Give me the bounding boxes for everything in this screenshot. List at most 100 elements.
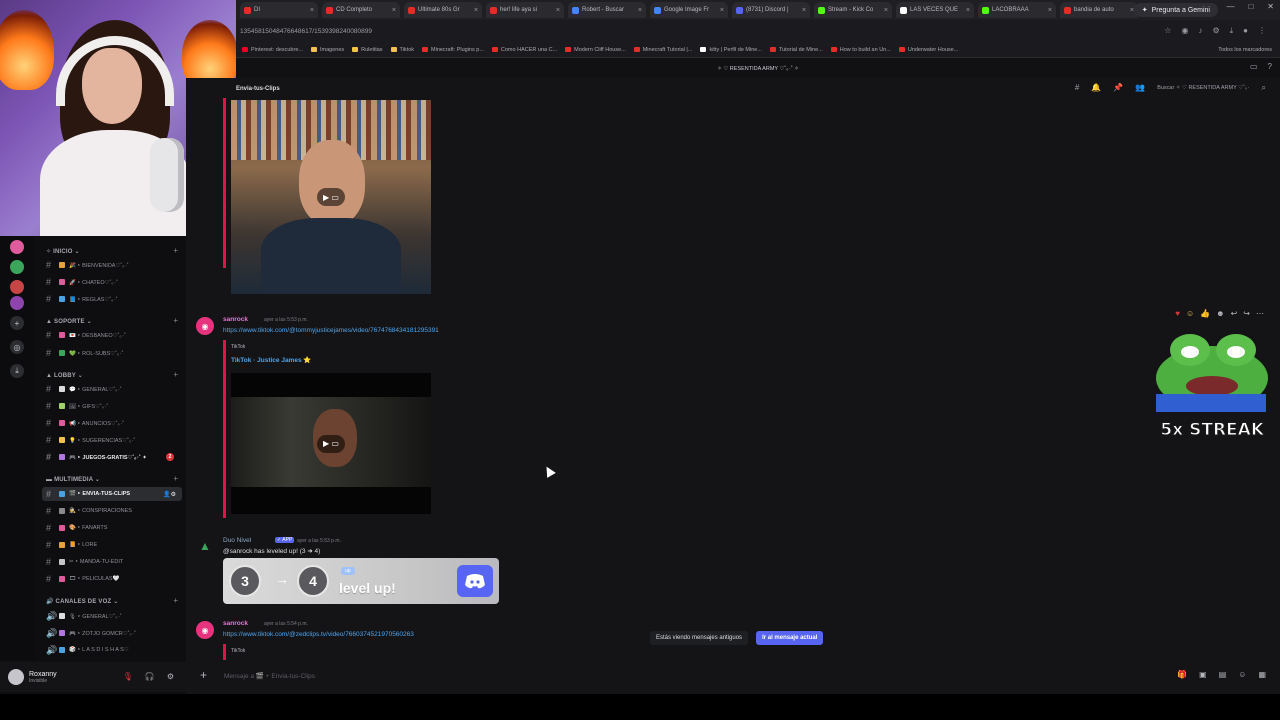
message-author[interactable]: sanrock bbox=[223, 620, 248, 627]
server-icon[interactable] bbox=[10, 240, 24, 254]
avatar[interactable] bbox=[8, 669, 24, 685]
browser-tab[interactable]: LAS VECES QUE × bbox=[896, 2, 974, 18]
bookmark-item[interactable]: Underwater House... bbox=[898, 47, 958, 53]
bell-icon[interactable]: 🔔 bbox=[1091, 83, 1101, 93]
create-channel-icon[interactable]: + bbox=[173, 474, 178, 483]
sidebar-channel-item[interactable]: # 📢 ‣ ANUNCIOS♡˚｡·˚ bbox=[42, 416, 182, 430]
heart-reaction-icon[interactable]: ♥ bbox=[1175, 309, 1180, 318]
browser-tab[interactable]: her! life aya si × bbox=[486, 2, 564, 18]
sidebar-channel-item[interactable]: # 🎞 ‣ PELICULAS🤍 bbox=[42, 572, 182, 586]
bookmark-item[interactable]: Tiktok bbox=[390, 47, 414, 53]
sidebar-channel-item[interactable]: # 🎮 ‣ JUEGOS-GRATIS♡˚｡·˚ ✦ 2 bbox=[42, 450, 182, 464]
bookmark-item[interactable]: Minecraft: Plugins p... bbox=[422, 47, 484, 53]
profile-icon[interactable]: ● bbox=[1243, 26, 1248, 36]
bookmark-item[interactable]: Como HACER una C... bbox=[491, 47, 557, 53]
server-icon[interactable] bbox=[10, 296, 24, 310]
threads-icon[interactable]: # bbox=[1075, 83, 1079, 93]
message-input[interactable]: Mensaje a 🎬 ‣ Envia-tus-Clips bbox=[224, 672, 315, 680]
sound-icon[interactable]: ♪ bbox=[1198, 26, 1202, 36]
tab-close-icon[interactable]: × bbox=[474, 7, 478, 14]
headphones-icon[interactable]: 🎧 bbox=[145, 672, 155, 681]
sidebar-channel-item[interactable]: # 🎨 ‣ FANARTS bbox=[42, 521, 182, 535]
help-icon[interactable]: ? bbox=[1268, 62, 1272, 71]
bookmark-item[interactable]: Ruletitas bbox=[352, 47, 383, 53]
sidebar-channel-item[interactable]: # 💡 ‣ SUGERENCIAS♡˚｡·˚ bbox=[42, 433, 182, 447]
download-icon[interactable]: ⤓ bbox=[1230, 26, 1234, 36]
tab-close-icon[interactable]: × bbox=[884, 7, 888, 14]
avatar[interactable]: ◉ bbox=[196, 317, 214, 335]
sidebar-channel-item[interactable]: # 💌 ‣ DESBANEO♡˚｡·˚ bbox=[42, 328, 182, 342]
bookmark-item[interactable]: Pinterest: descubre... bbox=[242, 47, 303, 53]
create-channel-icon[interactable]: + bbox=[173, 246, 178, 255]
settings-icon[interactable]: ⚙ bbox=[1212, 26, 1219, 36]
add-server-icon[interactable]: + bbox=[10, 316, 24, 330]
bookmark-item[interactable]: kitty | Perfil de Mine... bbox=[700, 47, 762, 53]
all-bookmarks-folder[interactable]: Todos los marcadores bbox=[1218, 47, 1280, 53]
search-icon[interactable]: ⌕ bbox=[1262, 83, 1266, 93]
browser-tab[interactable]: CD Completo × bbox=[322, 2, 400, 18]
create-channel-icon[interactable]: + bbox=[173, 370, 178, 379]
tab-close-icon[interactable]: × bbox=[720, 7, 724, 14]
close-icon[interactable]: ✕ bbox=[1267, 2, 1274, 11]
pin-icon[interactable]: 📌 bbox=[1113, 83, 1123, 93]
level-up-card[interactable]: 3 → 4 up level up! bbox=[223, 558, 499, 604]
create-channel-icon[interactable]: + bbox=[173, 596, 178, 605]
message-link[interactable]: https://www.tiktok.com/@tommyjusticejame… bbox=[223, 327, 439, 334]
maximize-icon[interactable]: □ bbox=[1248, 2, 1253, 11]
inbox-icon[interactable]: ▭ bbox=[1250, 62, 1258, 71]
add-reaction-icon[interactable]: ☻ bbox=[1216, 309, 1224, 318]
tab-close-icon[interactable]: × bbox=[556, 7, 560, 14]
sidebar-channel-item[interactable]: # 🎉 ‣ BIENVENIDA♡˚｡·˚ bbox=[42, 258, 182, 272]
bot-avatar[interactable]: ▲ bbox=[196, 537, 214, 555]
avatar[interactable]: ◉ bbox=[196, 621, 214, 639]
bookmark-item[interactable]: Tutorial de Mine... bbox=[769, 47, 823, 53]
browser-tab[interactable]: Robert - Buscar × bbox=[568, 2, 646, 18]
discover-icon[interactable]: ◎ bbox=[10, 340, 24, 354]
channel-settings-icon[interactable]: 👤⚙ bbox=[163, 491, 182, 498]
emoji-icon[interactable]: ☺ bbox=[1238, 670, 1246, 679]
message-author[interactable]: Duo Nivel bbox=[223, 537, 251, 544]
tab-close-icon[interactable]: × bbox=[802, 7, 806, 14]
sidebar-channel-item[interactable]: # 🎬 ‣ ENVIA-TUS-CLIPS 👤⚙ bbox=[42, 487, 182, 501]
thumbs-up-icon[interactable]: 👍 bbox=[1200, 309, 1210, 318]
play-icon[interactable]: ▶ ▭ bbox=[317, 188, 345, 206]
tab-close-icon[interactable]: × bbox=[310, 7, 314, 14]
server-icon[interactable] bbox=[10, 280, 24, 294]
mic-muted-icon[interactable]: 🎙 bbox=[123, 672, 133, 681]
gear-icon[interactable]: ⚙ bbox=[167, 672, 174, 681]
sidebar-channel-item[interactable]: 🔊 🎲 ‣ L A S D I S H A S♡ bbox=[42, 643, 182, 657]
extension-icon[interactable]: ◉ bbox=[1181, 26, 1188, 36]
play-icon[interactable]: ▶ ▭ bbox=[317, 434, 345, 453]
browser-tab[interactable]: Stream - Kick Co × bbox=[814, 2, 892, 18]
sidebar-channel-item[interactable]: # 📙 ‣ LORE bbox=[42, 538, 182, 552]
user-info[interactable]: Roxanny Invisible bbox=[29, 671, 57, 684]
browser-tab[interactable]: LACOBRAAA × bbox=[978, 2, 1056, 18]
gif-icon[interactable]: ▣ bbox=[1199, 670, 1207, 679]
sidebar-channel-item[interactable]: # 🖼 ‣ GIFS♡˚｡·˚ bbox=[42, 399, 182, 413]
browser-tab[interactable]: Ultimate 80s Gr × bbox=[404, 2, 482, 18]
jump-to-present-button[interactable]: Ir al mensaje actual bbox=[756, 631, 824, 645]
gemini-button[interactable]: ✦ Pregunta a Gemini bbox=[1133, 3, 1218, 17]
minimize-icon[interactable]: — bbox=[1226, 2, 1234, 11]
bookmark-item[interactable]: Imagenes bbox=[310, 47, 344, 53]
sidebar-channel-item[interactable]: # 💚 ‣ ROL-SUBS♡˚｡·˚ bbox=[42, 346, 182, 360]
video-thumbnail[interactable]: ▶ ▭ bbox=[231, 373, 431, 514]
tab-close-icon[interactable]: × bbox=[638, 7, 642, 14]
bookmark-item[interactable]: Modern Cliff House... bbox=[565, 47, 626, 53]
sticker-icon[interactable]: ▤ bbox=[1219, 670, 1227, 679]
browser-tab[interactable]: bandia de auto × bbox=[1060, 2, 1138, 18]
create-channel-icon[interactable]: + bbox=[173, 316, 178, 325]
channel-category[interactable]: ▬ MULTIMEDIA ⌄ bbox=[46, 476, 100, 483]
reply-icon[interactable]: ↩ bbox=[1231, 309, 1238, 318]
sidebar-channel-item[interactable]: # 📘 ‣ REGLAS♡˚｡·˚ bbox=[42, 292, 182, 306]
bookmark-item[interactable]: Minecraft Tutorial |... bbox=[633, 47, 692, 53]
sidebar-channel-item[interactable]: 🔊 🎙 ‣ GENERAL♡˚｡·˚ bbox=[42, 609, 182, 623]
server-icon[interactable] bbox=[10, 260, 24, 274]
members-icon[interactable]: 👥 bbox=[1135, 83, 1145, 93]
message-link[interactable]: https://www.tiktok.com/@zedclips.tv/vide… bbox=[223, 631, 414, 638]
browser-tab[interactable]: (8731) Discord | × bbox=[732, 2, 810, 18]
sidebar-channel-item[interactable]: # ✂ ‣ MANDA-TU-EDIT bbox=[42, 555, 182, 569]
more-icon[interactable]: ⋯ bbox=[1256, 309, 1264, 318]
download-apps-icon[interactable]: ⤓ bbox=[10, 364, 24, 378]
apps-icon[interactable]: ▦ bbox=[1258, 670, 1266, 679]
